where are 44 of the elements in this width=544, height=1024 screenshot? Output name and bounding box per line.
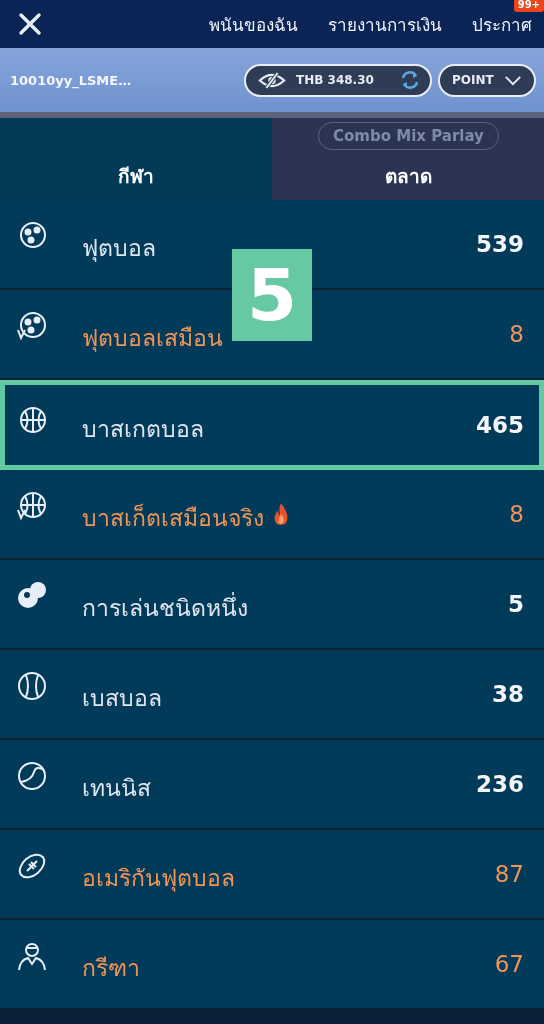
person-icon — [16, 940, 48, 972]
nav-link[interactable]: พนันของฉัน — [209, 14, 298, 35]
sport-row[interactable]: อเมริกันฟุตบอล 87 — [0, 830, 544, 920]
event-count: 539 — [476, 231, 524, 257]
point-dropdown[interactable]: POINT — [438, 63, 536, 97]
sport-name: เทนนิส — [82, 774, 151, 803]
event-count: 5 — [508, 591, 524, 617]
event-count: 236 — [476, 771, 524, 797]
nav-link[interactable]: ประกาศ — [472, 14, 532, 35]
sport-name: ฟุตบอล — [82, 234, 156, 264]
sport-row[interactable]: บาสเก็ตเสมือนจริง 8 — [0, 470, 544, 560]
sport-row[interactable]: กรีฑา 67 — [0, 920, 544, 1010]
basketball-icon — [16, 490, 48, 522]
refresh-icon[interactable] — [400, 70, 420, 90]
nav-link[interactable]: รายงานการเงิน — [328, 14, 442, 35]
sport-row[interactable]: เทนนิส 236 — [0, 740, 544, 830]
tennis-ball-icon — [16, 760, 48, 792]
sport-row[interactable]: เบสบอล 38 — [0, 650, 544, 740]
event-count: 87 — [494, 861, 524, 887]
soccer-ball-icon — [16, 310, 48, 342]
sport-name: การเล่นชนิดหนึ่ง — [82, 590, 248, 626]
sport-name: กรีฑา — [82, 954, 140, 983]
sport-name: บาสเกตบอล — [82, 415, 204, 444]
sport-row[interactable]: บาสเกตบอล 465 — [0, 380, 544, 470]
sport-name: เบสบอล — [82, 684, 162, 713]
event-count: 8 — [509, 321, 524, 347]
sport-row[interactable]: การเล่นชนิดหนึ่ง 5 — [0, 560, 544, 650]
sport-name: บาสเก็ตเสมือนจริง — [82, 502, 264, 533]
username: 10010yy_LSME… — [10, 72, 132, 88]
event-count: 465 — [476, 412, 524, 438]
tab[interactable]: กีฬา — [0, 118, 272, 200]
tutorial-step-badge: 5 — [232, 249, 312, 341]
baseball-icon — [16, 670, 48, 702]
balance-pill[interactable]: THB 348.30 — [244, 63, 432, 97]
event-count: 8 — [509, 501, 524, 527]
chevron-down-icon — [503, 74, 522, 86]
eye-off-icon[interactable] — [258, 71, 286, 89]
event-count: 67 — [494, 951, 524, 977]
balance-amount: THB 348.30 — [296, 73, 374, 87]
notification-badge: 99+ — [513, 0, 544, 12]
sport-name: ฟุตบอลเสมือน — [82, 324, 223, 354]
sport-name: อเมริกันฟุตบอล — [82, 864, 235, 894]
event-count: 38 — [492, 681, 524, 707]
close-icon[interactable] — [18, 12, 42, 36]
